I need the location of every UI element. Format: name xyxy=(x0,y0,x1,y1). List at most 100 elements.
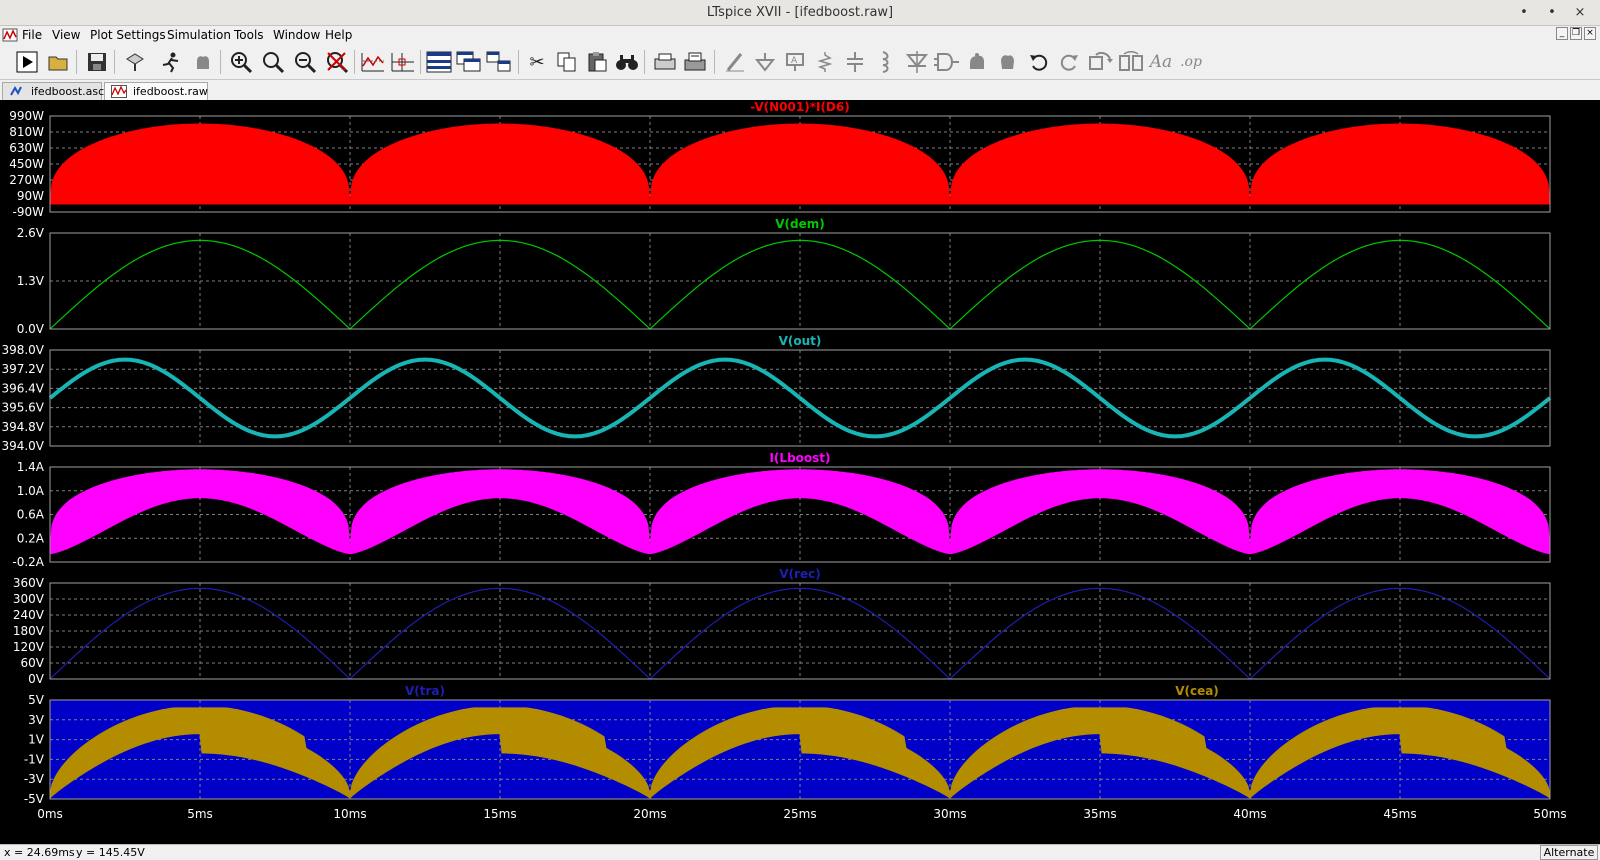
trace--V(N001)*I(D6)[interactable] xyxy=(49,123,1551,205)
diode-icon[interactable] xyxy=(904,49,930,75)
plot-pane-4[interactable]: 1.4A 1.0A 0.6A 0.2A -0.2A I(Lboost) xyxy=(12,451,1551,569)
wire-icon[interactable] xyxy=(722,49,748,75)
close-button[interactable]: × xyxy=(1570,3,1590,23)
zoom-in-icon[interactable] xyxy=(228,49,254,75)
menu-window[interactable]: Window xyxy=(273,28,320,42)
waveform-plots[interactable]: 990W 810W 630W 450W 270W 90W -90W -V(N001)*I(D6… xyxy=(0,100,1600,844)
control-panel-icon[interactable] xyxy=(122,49,148,75)
plot-pane-3[interactable]: 398.0V 397.2V 396.4V 395.6V 394.8V 394.0V V(ou… xyxy=(1,334,1552,453)
resistor-icon[interactable] xyxy=(812,49,838,75)
menu-file[interactable]: File xyxy=(22,28,42,42)
y-tick-label: 240V xyxy=(13,608,45,622)
halt-icon[interactable] xyxy=(158,49,184,75)
menu-tools[interactable]: Tools xyxy=(234,28,264,42)
plot-pane-1[interactable]: 990W 810W 630W 450W 270W 90W -90W -V(N001)*I(D6… xyxy=(9,100,1551,219)
menu-bar: File View Plot Settings Simulation Tools… xyxy=(0,26,1600,44)
y-tick-label: 300V xyxy=(13,592,45,606)
mode-indicator: Alternate xyxy=(1540,845,1598,860)
open-icon[interactable] xyxy=(46,49,72,75)
mdi-close-button[interactable]: × xyxy=(1584,27,1596,40)
tab-waveform[interactable]: ifedboost.raw xyxy=(104,82,208,100)
plot-pane-6[interactable]: 5V 3V 1V -1V -3V -5V V(tra) V(cea) xyxy=(24,684,1551,806)
copy-icon[interactable] xyxy=(554,49,580,75)
autorange-icon[interactable] xyxy=(360,49,386,75)
trace-label[interactable]: V(out) xyxy=(779,334,822,348)
trace-label[interactable]: V(tra) xyxy=(405,684,445,698)
redo-icon[interactable] xyxy=(1056,49,1082,75)
menu-plot-settings[interactable]: Plot Settings xyxy=(90,28,166,42)
toolbar-separator xyxy=(220,50,221,74)
cursor-icon[interactable] xyxy=(390,49,416,75)
trace-label[interactable]: -V(N001)*I(D6) xyxy=(750,100,849,114)
minimize-button[interactable]: • xyxy=(1514,3,1534,23)
plot-pane-5[interactable]: 360V 300V 240V 180V 120V 60V 0V V(rec) xyxy=(13,567,1551,686)
trace-label[interactable]: V(rec) xyxy=(779,567,820,581)
y-tick-label: 397.2V xyxy=(1,362,44,376)
mirror-icon[interactable] xyxy=(1118,49,1144,75)
cut-icon[interactable]: ✂ xyxy=(524,49,550,75)
spice-directive-icon[interactable]: .op xyxy=(1178,49,1204,75)
trace-label[interactable]: V(dem) xyxy=(775,217,825,231)
ltspice-app-icon[interactable] xyxy=(2,27,18,43)
y-tick-label: 0.6A xyxy=(17,508,45,522)
menu-view[interactable]: View xyxy=(52,28,80,42)
y-tick-label: 398.0V xyxy=(1,343,44,357)
pause-icon[interactable] xyxy=(190,49,216,75)
move-icon[interactable] xyxy=(964,49,990,75)
tile-vertical-icon[interactable] xyxy=(456,49,482,75)
drag-icon[interactable] xyxy=(994,49,1020,75)
y-tick-label: -5V xyxy=(24,792,45,806)
trace-label[interactable]: I(Lboost) xyxy=(769,451,830,465)
save-icon[interactable] xyxy=(84,49,110,75)
y-tick-label: 395.6V xyxy=(1,401,44,415)
tile-horizontal-icon[interactable] xyxy=(426,49,452,75)
text-icon[interactable]: Aa xyxy=(1148,49,1174,75)
y-tick-label: 394.0V xyxy=(1,439,44,453)
zoom-cancel-icon[interactable] xyxy=(324,49,350,75)
zoom-out-icon[interactable] xyxy=(292,49,318,75)
x-tick-label: 40ms xyxy=(1233,807,1266,821)
x-tick-label: 35ms xyxy=(1083,807,1116,821)
toolbar-separator xyxy=(354,50,355,74)
print-setup-icon[interactable] xyxy=(652,49,678,75)
y-tick-label: 810W xyxy=(9,125,44,139)
inductor-icon[interactable] xyxy=(872,49,898,75)
x-tick-label: 25ms xyxy=(783,807,816,821)
cursor-x-readout: x = 24.69ms xyxy=(4,846,75,859)
x-tick-label: 10ms xyxy=(333,807,366,821)
plot-pane-2[interactable]: 2.6V 1.3V 0.0V V(dem) xyxy=(17,217,1551,336)
undo-icon[interactable] xyxy=(1026,49,1052,75)
y-tick-label: 120V xyxy=(13,640,45,654)
menu-simulation[interactable]: Simulation xyxy=(167,28,231,42)
tab-schematic[interactable]: ifedboost.asc xyxy=(2,82,105,100)
x-tick-label: 5ms xyxy=(187,807,213,821)
toolbar-separator xyxy=(644,50,645,74)
rotate-icon[interactable] xyxy=(1088,49,1114,75)
y-tick-label: -1V xyxy=(24,752,45,766)
maximize-button[interactable]: • xyxy=(1542,3,1562,23)
paste-icon[interactable] xyxy=(584,49,610,75)
mdi-restore-button[interactable]: ❐ xyxy=(1570,27,1582,40)
waveform-icon xyxy=(111,85,127,98)
zoom-back-icon[interactable] xyxy=(260,49,286,75)
waveform-viewer[interactable]: 990W 810W 630W 450W 270W 90W -90W -V(N001)*I(D6… xyxy=(0,100,1600,844)
print-icon[interactable] xyxy=(682,49,708,75)
menu-help[interactable]: Help xyxy=(325,28,352,42)
y-tick-label: 0.2A xyxy=(17,531,45,545)
mdi-minimize-button[interactable]: _ xyxy=(1556,27,1568,40)
y-tick-label: 2.6V xyxy=(17,226,45,240)
title-bar: LTspice XVII - [ifedboost.raw] • • × xyxy=(0,0,1600,26)
y-tick-label: 180V xyxy=(13,624,45,638)
component-icon[interactable] xyxy=(934,49,960,75)
ground-icon[interactable] xyxy=(752,49,778,75)
run-icon[interactable] xyxy=(14,49,40,75)
label-icon[interactable]: A xyxy=(782,49,808,75)
cascade-icon[interactable] xyxy=(486,49,512,75)
trace-label[interactable]: V(cea) xyxy=(1175,684,1219,698)
tab-label: ifedboost.asc xyxy=(31,85,105,98)
y-tick-label: 0.0V xyxy=(17,322,45,336)
cursor-y-readout: y = 145.45V xyxy=(76,846,145,859)
capacitor-icon[interactable] xyxy=(842,49,868,75)
x-tick-label: 15ms xyxy=(483,807,516,821)
find-icon[interactable] xyxy=(614,49,640,75)
